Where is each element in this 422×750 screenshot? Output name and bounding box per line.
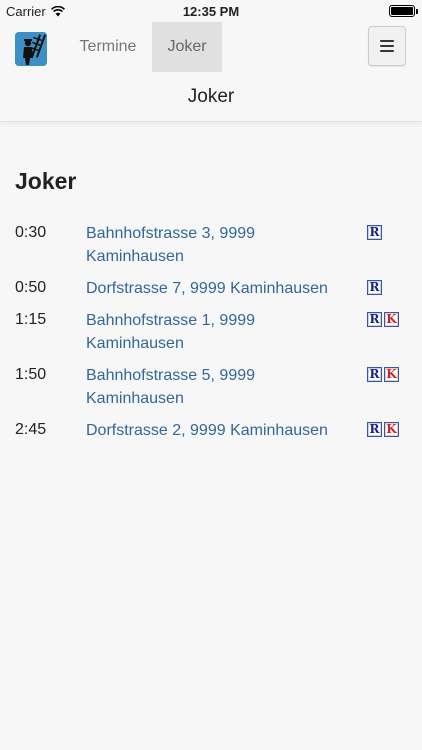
entry-badges: R K <box>367 422 399 437</box>
list-item: 1:50 Bahnhofstrasse 5, 9999 Kaminhausen … <box>15 364 407 419</box>
tab-termine[interactable]: Termine <box>66 22 150 72</box>
entry-badges: R K <box>367 367 399 382</box>
r-badge-icon: R <box>367 367 382 382</box>
k-badge-icon: K <box>384 422 399 437</box>
entry-time: 1:15 <box>15 311 47 328</box>
address-link[interactable]: Dorfstrasse 2, 9999 Kaminhausen <box>86 419 356 442</box>
joker-list: 0:30 Bahnhofstrasse 3, 9999 Kaminhausen … <box>15 222 407 451</box>
entry-badges: R <box>367 280 382 295</box>
r-badge-icon: R <box>367 312 382 327</box>
entry-time: 1:50 <box>15 366 47 383</box>
list-item: 1:15 Bahnhofstrasse 1, 9999 Kaminhausen … <box>15 309 407 364</box>
r-badge-icon: R <box>367 225 382 240</box>
address-link[interactable]: Bahnhofstrasse 5, 9999 Kaminhausen <box>86 364 356 410</box>
hamburger-icon <box>380 40 394 52</box>
menu-button[interactable] <box>368 26 406 66</box>
page-title: Joker <box>15 168 77 194</box>
list-item: 0:30 Bahnhofstrasse 3, 9999 Kaminhausen … <box>15 222 407 277</box>
r-badge-icon: R <box>367 280 382 295</box>
main-content: Joker 0:30 Bahnhofstrasse 3, 9999 Kaminh… <box>0 122 422 451</box>
page-subheader: Joker <box>0 72 422 122</box>
address-link[interactable]: Dorfstrasse 7, 9999 Kaminhausen <box>86 277 356 300</box>
tab-joker[interactable]: Joker <box>152 22 222 72</box>
entry-badges: R K <box>367 312 399 327</box>
list-item: 2:45 Dorfstrasse 2, 9999 Kaminhausen R K <box>15 419 407 451</box>
k-badge-icon: K <box>384 367 399 382</box>
entry-time: 0:30 <box>15 224 47 241</box>
status-bar: Carrier 12:35 PM <box>0 0 422 22</box>
k-badge-icon: K <box>384 312 399 327</box>
address-link[interactable]: Bahnhofstrasse 1, 9999 Kaminhausen <box>86 309 356 355</box>
entry-time: 2:45 <box>15 421 47 438</box>
top-navbar: Termine Joker <box>0 22 422 72</box>
r-badge-icon: R <box>367 422 382 437</box>
battery-icon <box>389 5 418 17</box>
status-time: 12:35 PM <box>182 4 240 19</box>
entry-badges: R <box>367 225 382 240</box>
entry-time: 0:50 <box>15 279 47 296</box>
list-item: 0:50 Dorfstrasse 7, 9999 Kaminhausen R <box>15 277 407 309</box>
address-link[interactable]: Bahnhofstrasse 3, 9999 Kaminhausen <box>86 222 356 268</box>
chimney-sweep-logo-icon[interactable] <box>15 32 47 66</box>
